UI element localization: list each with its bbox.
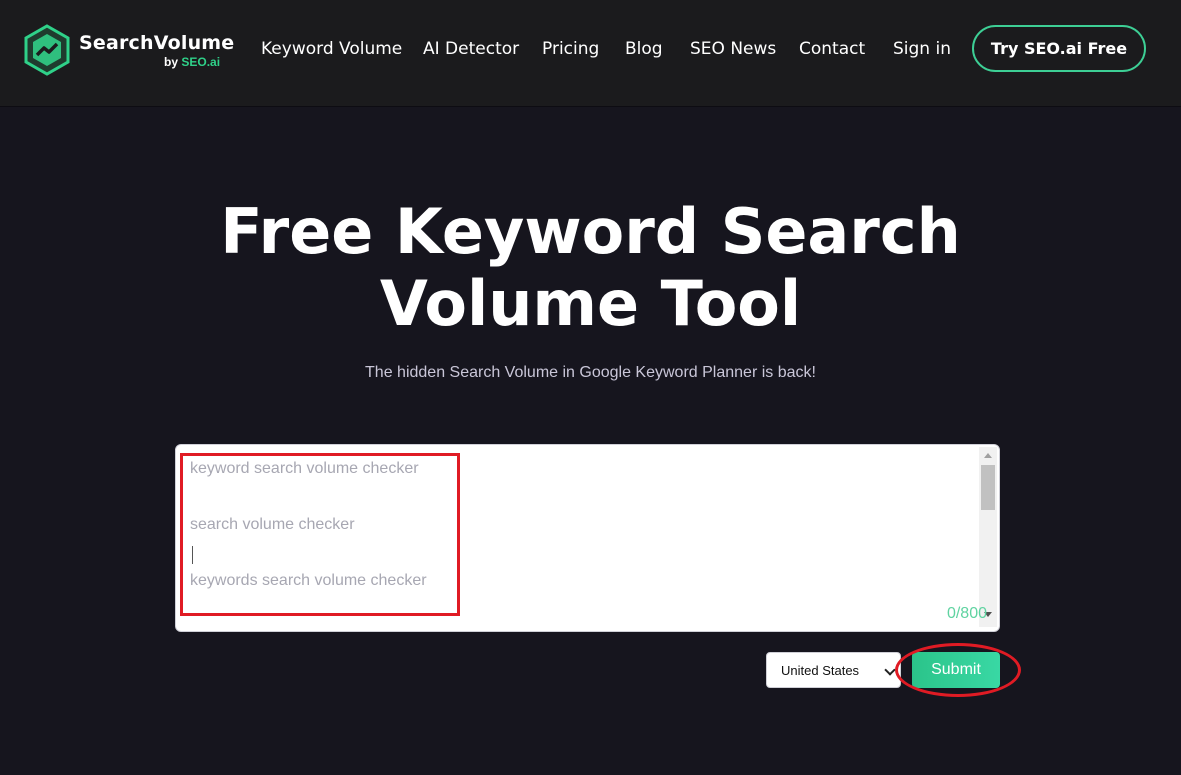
- scroll-up-arrow-icon[interactable]: [984, 453, 992, 458]
- placeholder-line: search volume checker: [190, 516, 355, 533]
- page-subtitle: The hidden Search Volume in Google Keywo…: [365, 364, 816, 381]
- logo-brand: SEO.ai: [181, 55, 221, 69]
- search-volume-logo-icon: [24, 24, 70, 76]
- logo-title: SearchVolume: [79, 32, 235, 54]
- nav-sign-in[interactable]: Sign in: [893, 39, 951, 59]
- logo-by: by: [164, 55, 179, 69]
- chevron-down-icon: [884, 664, 896, 676]
- placeholder-line: keywords search volume checker: [190, 572, 427, 589]
- nav-contact[interactable]: Contact: [799, 39, 865, 59]
- nav-blog[interactable]: Blog: [625, 39, 663, 59]
- page-title: Free Keyword Search Volume Tool: [0, 196, 1181, 340]
- placeholder-line: keyword search volume checker: [190, 460, 419, 477]
- nav-pricing[interactable]: Pricing: [542, 39, 599, 59]
- textarea-placeholder: keyword search volume checker search vol…: [190, 455, 427, 595]
- title-line-2: Volume Tool: [379, 267, 802, 340]
- nav-ai-detector[interactable]: AI Detector: [423, 39, 519, 59]
- try-seo-ai-free-button[interactable]: Try SEO.ai Free: [972, 25, 1146, 72]
- keywords-textarea[interactable]: keyword search volume checker search vol…: [175, 444, 1000, 632]
- textarea-scrollbar[interactable]: [979, 447, 997, 627]
- character-counter: 0/800: [946, 605, 987, 622]
- scroll-thumb[interactable]: [981, 465, 995, 510]
- placeholder-line: [190, 483, 427, 511]
- submit-button[interactable]: Submit: [912, 652, 1000, 688]
- text-caret: [192, 546, 193, 564]
- country-select-value: United States: [781, 662, 860, 678]
- title-line-1: Free Keyword Search: [220, 195, 961, 268]
- logo-byline: by SEO.ai: [164, 55, 220, 69]
- logo[interactable]: SearchVolume by SEO.ai: [24, 24, 234, 76]
- navbar: SearchVolume by SEO.ai Keyword Volume AI…: [0, 0, 1181, 106]
- placeholder-line: [190, 539, 427, 567]
- nav-keyword-volume[interactable]: Keyword Volume: [261, 39, 402, 59]
- nav-seo-news[interactable]: SEO News: [690, 39, 776, 59]
- country-select[interactable]: United States: [766, 652, 901, 688]
